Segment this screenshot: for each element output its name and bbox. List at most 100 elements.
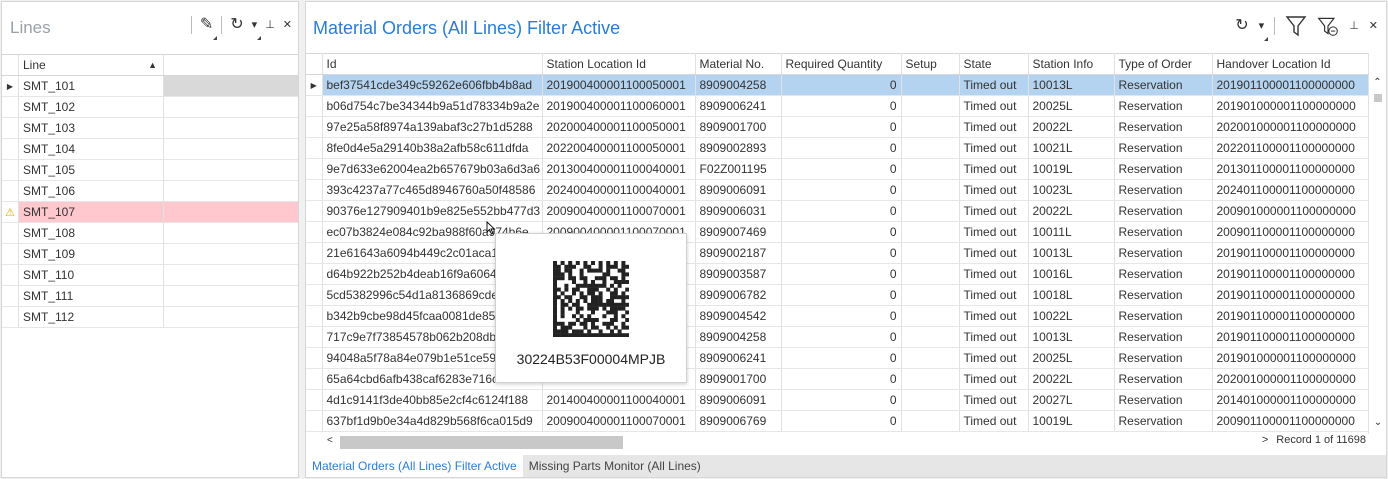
vertical-scroll-thumb[interactable] [1374, 94, 1382, 102]
table-row[interactable]: b06d754c7be34344b9a51d78334b9a2e 20190040… [306, 95, 1369, 117]
table-cell: 20022L [1028, 116, 1115, 138]
row-indicator [2, 97, 19, 117]
line-row[interactable]: SMT_112 [2, 307, 298, 328]
barcode-tooltip: 30224B53F00004MPJB [495, 233, 687, 383]
column-header-setup[interactable]: Setup [901, 53, 960, 75]
pin-icon[interactable]: ⊥ [1349, 17, 1359, 35]
column-header-id[interactable]: Id [322, 53, 543, 75]
scroll-down-icon[interactable]: ⌄ [1369, 414, 1387, 432]
column-header-station-info[interactable]: Station Info [1028, 53, 1115, 75]
table-cell: 0 [781, 200, 902, 222]
table-row[interactable]: 9e7d633e62004ea2b657679b03a6d3a6 20130040… [306, 158, 1369, 180]
table-row[interactable]: ec07b3824e084c92ba988f60a974b6e 200900400… [306, 221, 1369, 243]
line-row[interactable]: SMT_106 [2, 181, 298, 202]
table-cell: 8909001700 [695, 368, 782, 390]
refresh-icon[interactable]: ↻ [230, 16, 243, 34]
table-row[interactable]: 5cd5382996c54d1a8136869cde 8909006782 0 Tim… [306, 284, 1369, 306]
table-cell: 201401000001100000000 [1212, 389, 1369, 411]
table-cell [901, 200, 960, 222]
line-row[interactable]: SMT_104 [2, 139, 298, 160]
mouse-cursor-icon [486, 221, 496, 235]
table-row[interactable]: 637bf1d9b0e34a4d829b568f6ca015d9 20090040… [306, 410, 1369, 432]
row-indicator [2, 181, 19, 201]
pin-icon[interactable]: ⊥ [265, 16, 275, 34]
line-row[interactable]: ⚠ SMT_107 [2, 202, 298, 223]
scroll-up-icon[interactable]: ⌃ [1369, 74, 1386, 92]
table-cell: 200901100001100000000 [1212, 410, 1369, 432]
horizontal-scrollbar[interactable]: < [323, 433, 1368, 451]
document-tabs: Material Orders (All Lines) Filter Activ… [306, 455, 1386, 477]
table-row[interactable]: 8fe0d4e5a29140b38a2afb58c611dfda 20220040… [306, 137, 1369, 159]
scroll-left-icon[interactable]: < [327, 435, 333, 446]
line-row[interactable]: SMT_103 [2, 118, 298, 139]
row-indicator [2, 286, 19, 306]
table-cell: 201400400001100040001 [542, 389, 696, 411]
line-row[interactable]: SMT_105 [2, 160, 298, 181]
table-cell [901, 389, 960, 411]
row-indicator [306, 347, 323, 369]
filter-icon[interactable] [1285, 14, 1307, 38]
line-row[interactable]: ▶ SMT_101 [2, 76, 298, 97]
table-cell: Timed out [959, 200, 1029, 222]
edit-pencil-icon[interactable]: ✎ [200, 16, 218, 40]
table-cell: 202401100001100000000 [1212, 179, 1369, 201]
row-indicator-header [2, 55, 19, 75]
line-row[interactable]: SMT_102 [2, 97, 298, 118]
line-row[interactable]: SMT_109 [2, 244, 298, 265]
dropdown-arrow-icon[interactable]: ▾ [1259, 17, 1269, 41]
refresh-icon[interactable]: ↻ [1235, 17, 1248, 35]
line-extra-cell [164, 223, 298, 243]
tab-missing-parts-monitor[interactable]: Missing Parts Monitor (All Lines) [523, 455, 707, 477]
column-header-material-no[interactable]: Material No. [695, 53, 782, 75]
table-cell: 202001000001100000000 [1212, 368, 1369, 390]
table-row[interactable]: 90376e127909401b9e825e552bb477d3 20090040… [306, 200, 1369, 222]
table-row[interactable]: b342b9cbe98d45fcaa0081de85b 8909004542 0 Ti… [306, 305, 1369, 327]
table-row[interactable]: 94048a5f78a84e079b1e51ce59c 8909006241 0 Ti… [306, 347, 1369, 369]
line-row[interactable]: SMT_111 [2, 286, 298, 307]
line-row[interactable]: SMT_110 [2, 265, 298, 286]
table-cell: 10011L [1028, 221, 1115, 243]
table-row[interactable]: d64b922b252b4deab16f9a6064 8909003587 0 Tim… [306, 263, 1369, 285]
line-extra-cell [164, 181, 298, 201]
row-indicator [306, 284, 323, 306]
vertical-scrollbar[interactable]: ⌃ ⌄ [1368, 74, 1386, 434]
column-header-state[interactable]: State [959, 53, 1029, 75]
table-row[interactable]: 21e61643a6094b449c2c01aca18 8909002187 0 Ti… [306, 242, 1369, 264]
record-counter: > Record 1 of 11698 [1262, 434, 1366, 446]
dropdown-arrow-icon[interactable]: ▾ [252, 16, 262, 40]
table-cell: Timed out [959, 410, 1029, 432]
column-header-station-location-id[interactable]: Station Location Id [542, 53, 696, 75]
column-header-required-quantity[interactable]: Required Quantity [781, 53, 902, 75]
horizontal-scroll-thumb[interactable] [340, 436, 623, 449]
table-cell: Reservation [1114, 95, 1213, 117]
line-name: SMT_105 [19, 160, 164, 180]
close-icon[interactable]: ✕ [283, 16, 292, 34]
close-icon[interactable]: ✕ [1369, 17, 1378, 35]
clear-filter-icon[interactable] [1317, 14, 1339, 38]
table-cell [901, 410, 960, 432]
table-row[interactable]: 393c4237a77c465d8946760a50f48586 20240040… [306, 179, 1369, 201]
next-record-icon[interactable]: > [1262, 434, 1268, 446]
table-row[interactable]: 65a64cbd6afb438caf6283e716c 8909001700 0 Ti… [306, 368, 1369, 390]
column-header-handover-location-id[interactable]: Handover Location Id [1212, 53, 1369, 75]
table-cell: 8909002893 [695, 137, 782, 159]
table-cell: 0 [781, 326, 902, 348]
table-row[interactable]: 97e25a58f8974a139abaf3c27b1d5288 20200040… [306, 116, 1369, 138]
toolbar-separator [1274, 17, 1276, 35]
table-cell: Reservation [1114, 347, 1213, 369]
table-cell: Reservation [1114, 137, 1213, 159]
table-cell: Reservation [1114, 305, 1213, 327]
line-row[interactable]: SMT_108 [2, 223, 298, 244]
table-row[interactable]: ▶ bef37541cde349c59262e606fbb4b8ad 2019004… [306, 74, 1369, 96]
table-row[interactable]: 717c9e7f73854578b062b208db9 8909004258 0 Ti… [306, 326, 1369, 348]
table-row[interactable]: 4d1c9141f3de40bb85e2cf4c6124f188 20140040… [306, 389, 1369, 411]
line-column-header[interactable]: Line ▲ [19, 55, 164, 75]
column-header-type-of-order[interactable]: Type of Order [1114, 53, 1213, 75]
line-name: SMT_108 [19, 223, 164, 243]
table-cell: 10018L [1028, 284, 1115, 306]
line-name: SMT_107 [19, 202, 164, 222]
row-indicator [2, 307, 19, 327]
toolbar-separator [221, 16, 223, 34]
tab-material-orders[interactable]: Material Orders (All Lines) Filter Activ… [306, 455, 523, 477]
row-indicator [306, 158, 323, 180]
